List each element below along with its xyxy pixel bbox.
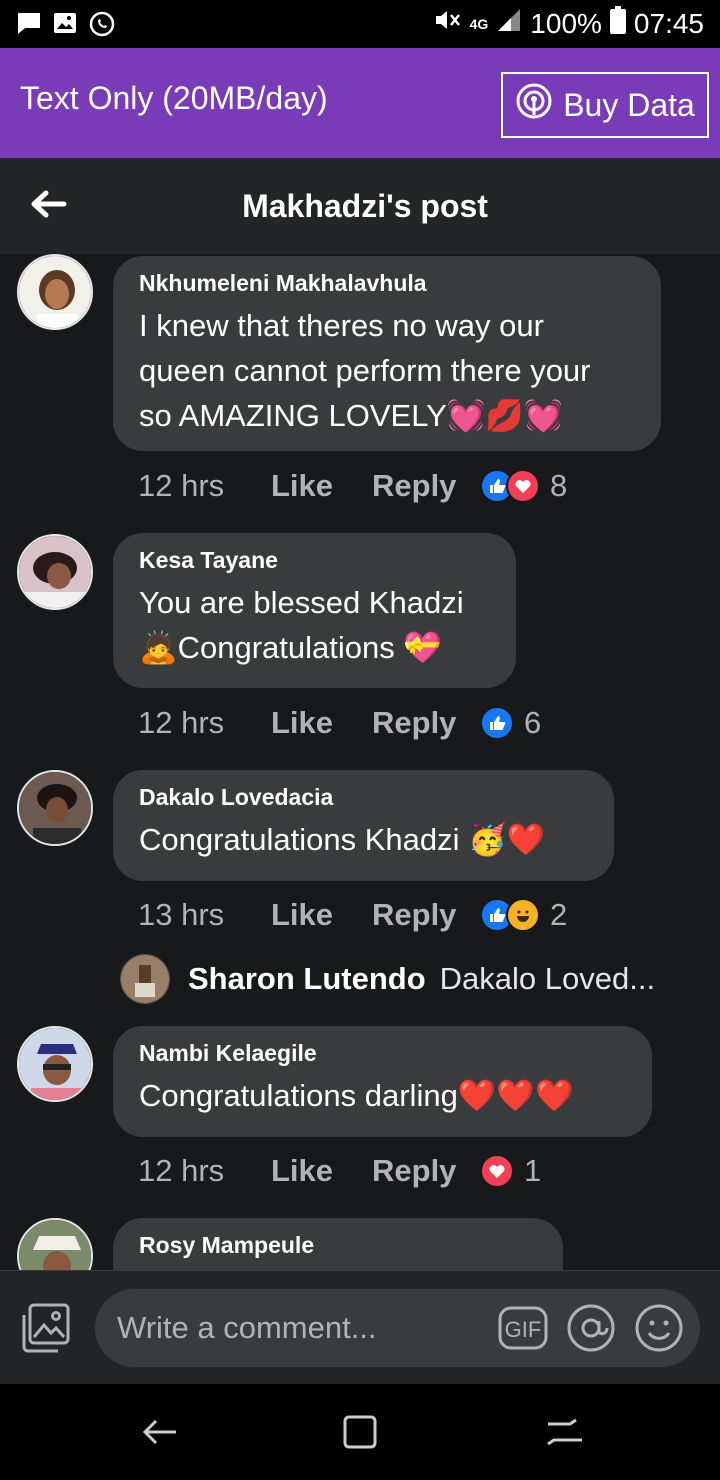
whatsapp-icon [88, 10, 116, 43]
reaction-summary[interactable]: 2 [480, 897, 567, 933]
clock: 07:45 [633, 7, 704, 39]
comment-text: 🙇Congratulations 💝 [139, 630, 442, 665]
like-button[interactable]: Like [271, 468, 372, 504]
reaction-count: 8 [550, 468, 568, 503]
gallery-icon [52, 10, 78, 43]
reply-button[interactable]: Reply [372, 468, 480, 504]
mention-icon[interactable] [565, 1303, 617, 1358]
love-reaction-icon [480, 1154, 514, 1188]
page-title: Makhadzi's post [242, 188, 488, 224]
status-bar: 4G 100% 07:45 [0, 0, 720, 48]
comment-bubble[interactable]: Rosy Mampeule [113, 1218, 563, 1270]
reply-button[interactable]: Reply [372, 897, 480, 933]
comment-timestamp: 12 hrs [138, 705, 225, 740]
comment-author[interactable]: Rosy Mampeule [139, 1232, 537, 1259]
gif-icon[interactable]: GIF [497, 1303, 549, 1358]
svg-text:GIF: GIF [505, 1317, 542, 1342]
comment-author[interactable]: Nambi Kelaegile [139, 1040, 626, 1067]
reaction-summary[interactable]: 8 [480, 468, 567, 504]
recents-icon[interactable] [542, 1412, 582, 1457]
avatar[interactable] [120, 954, 170, 1004]
comment-actions: 12 hrs Like Reply 1 [138, 1153, 541, 1189]
comment-actions: 13 hrs Like Reply 2 [138, 897, 567, 933]
network-type: 4G [469, 15, 489, 32]
reply-button[interactable]: Reply [372, 705, 480, 741]
comment-actions: 12 hrs Like Reply 6 [138, 705, 541, 741]
comment-bubble[interactable]: Nambi Kelaegile Congratulations darling❤… [113, 1026, 652, 1137]
comment-bubble[interactable]: Nkhumeleni Makhalavhula I knew that ther… [113, 256, 661, 451]
comment-author[interactable]: Kesa Tayane [139, 547, 490, 574]
comment-text: Congratulations Khadzi 🥳❤️ [139, 822, 546, 857]
comment-actions: 12 hrs Like Reply 8 [138, 468, 567, 504]
buy-data-label: Buy Data [563, 86, 695, 123]
comment-input[interactable]: Write a comment... GIF [95, 1289, 700, 1367]
post-header: Makhadzi's post [0, 158, 720, 254]
comment-text: so AMAZING LOVELY💓💋💓 [139, 398, 563, 433]
photo-icon[interactable] [20, 1303, 72, 1358]
reaction-count: 1 [524, 1153, 542, 1188]
comment-timestamp: 12 hrs [138, 468, 225, 503]
love-reaction-icon [506, 469, 540, 503]
emoji-icon[interactable] [633, 1303, 685, 1358]
system-nav-bar [0, 1384, 720, 1480]
avatar[interactable] [17, 254, 93, 330]
signal-icon [496, 7, 522, 40]
avatar[interactable] [17, 534, 93, 610]
comment-author[interactable]: Dakalo Lovedacia [139, 784, 588, 811]
comment-input-placeholder: Write a comment... [117, 1310, 377, 1345]
avatar[interactable] [17, 770, 93, 846]
avatar[interactable] [17, 1218, 93, 1270]
comment-text: queen cannot perform there your [139, 353, 591, 388]
like-button[interactable]: Like [271, 1153, 372, 1189]
reply-snippet: Dakalo Loved... [439, 961, 656, 996]
comment-timestamp: 12 hrs [138, 1153, 225, 1188]
reply-button[interactable]: Reply [372, 1153, 480, 1189]
message-icon [16, 10, 42, 43]
data-plan-label: Text Only (20MB/day) [20, 80, 328, 116]
like-button[interactable]: Like [271, 705, 372, 741]
comment-text: Congratulations darling❤️❤️❤️ [139, 1078, 574, 1113]
mute-icon [432, 6, 462, 41]
reaction-summary[interactable]: 6 [480, 705, 541, 741]
battery-level: 100% [530, 7, 602, 39]
battery-icon [609, 6, 626, 41]
like-reaction-icon [480, 706, 514, 740]
reaction-count: 2 [550, 897, 568, 932]
comments-feed[interactable]: Nkhumeleni Makhalavhula I knew that ther… [0, 254, 720, 1270]
like-button[interactable]: Like [271, 897, 372, 933]
broadcast-icon [515, 82, 553, 128]
reply-preview[interactable]: Sharon Lutendo Dakalo Loved... [120, 954, 655, 1004]
home-icon[interactable] [340, 1412, 380, 1457]
comment-bubble[interactable]: Kesa Tayane You are blessed Khadzi 🙇Cong… [113, 533, 516, 688]
comment-text: I knew that theres no way our [139, 308, 544, 343]
buy-data-button[interactable]: Buy Data [501, 72, 709, 138]
data-plan-banner: Text Only (20MB/day) Buy Data [0, 48, 720, 158]
back-icon[interactable] [140, 1412, 180, 1457]
reply-author[interactable]: Sharon Lutendo [188, 961, 426, 997]
comment-bubble[interactable]: Dakalo Lovedacia Congratulations Khadzi … [113, 770, 614, 881]
comment-timestamp: 13 hrs [138, 897, 225, 932]
avatar[interactable] [17, 1026, 93, 1102]
comment-composer: Write a comment... GIF [0, 1270, 720, 1385]
reaction-summary[interactable]: 1 [480, 1153, 541, 1189]
comment-author[interactable]: Nkhumeleni Makhalavhula [139, 270, 635, 297]
reaction-count: 6 [524, 705, 542, 740]
comment-text: You are blessed Khadzi [139, 585, 464, 620]
haha-reaction-icon [506, 898, 540, 932]
